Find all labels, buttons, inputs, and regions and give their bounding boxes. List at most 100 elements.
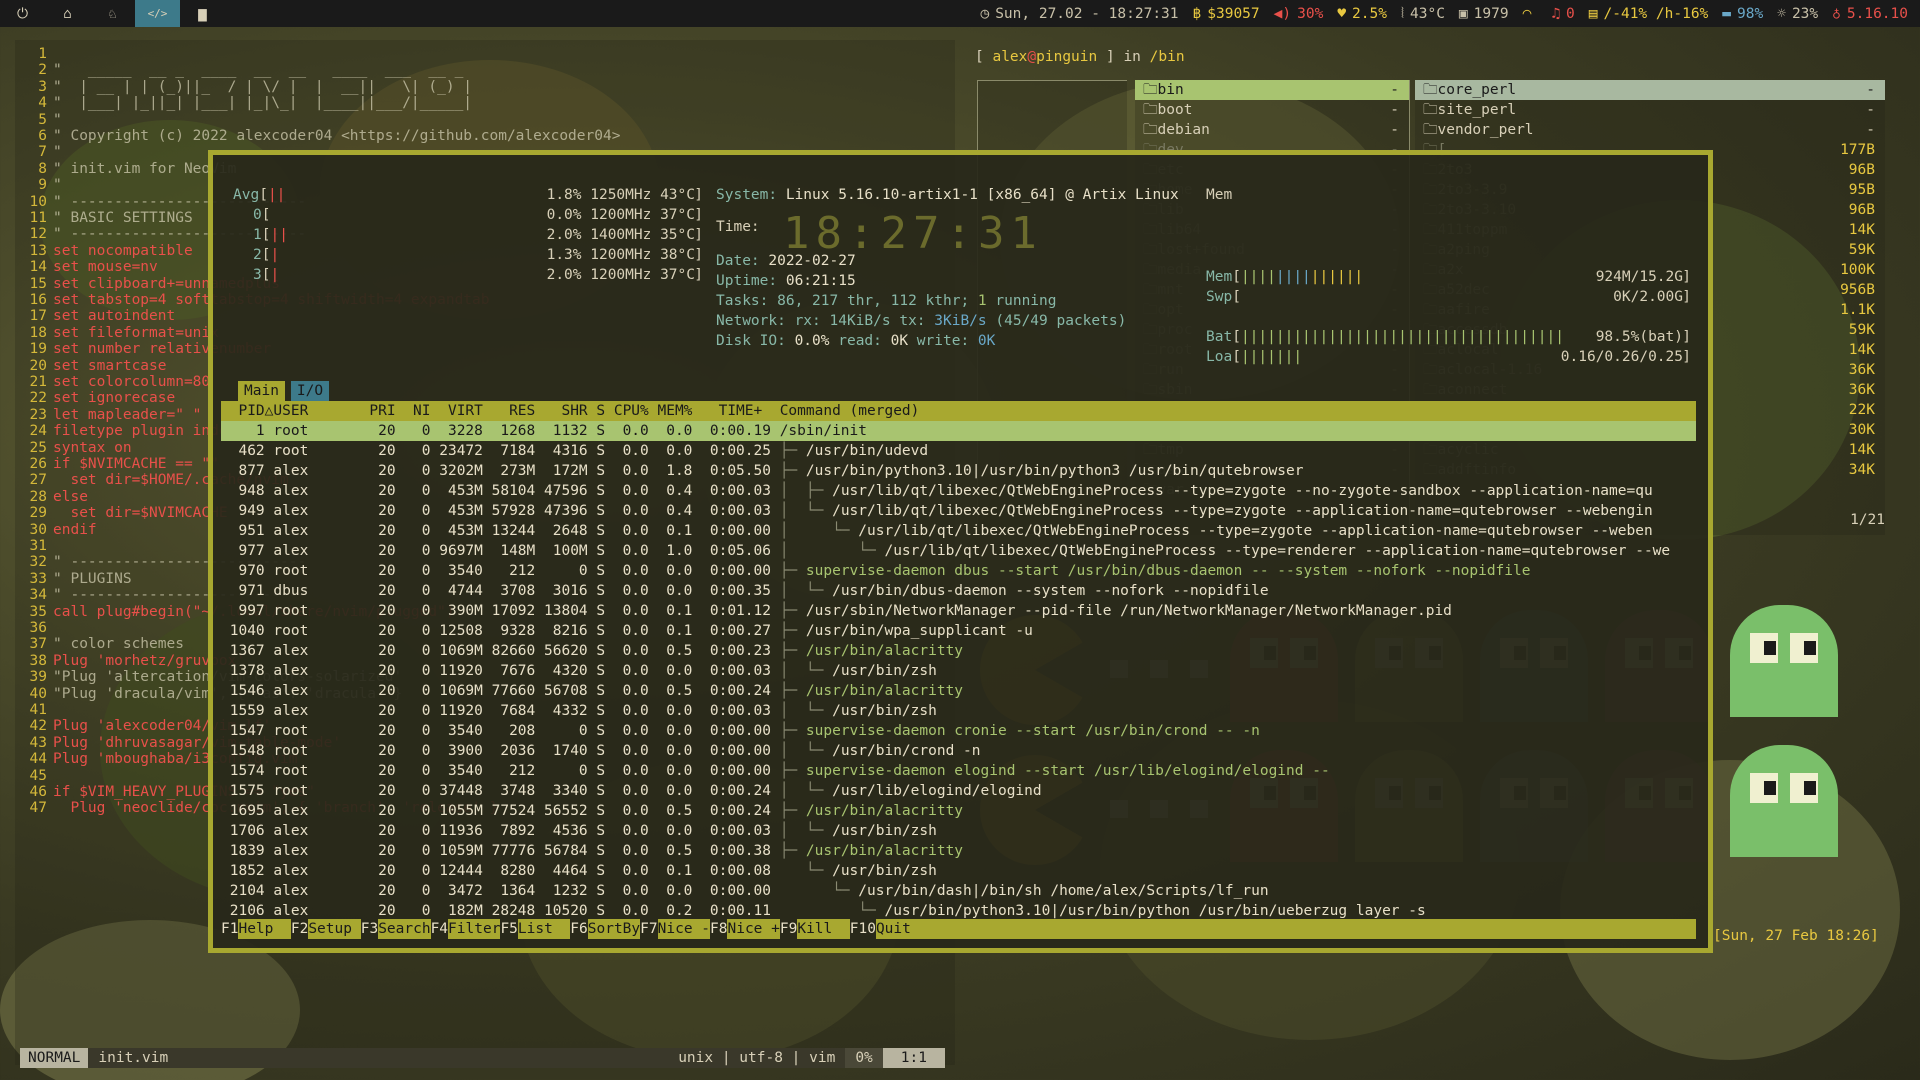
process-command: supervise-daemon dbus --start /usr/bin/d… [805, 563, 1531, 579]
process-tree: │ └─ [779, 503, 833, 519]
process-row[interactable]: 2104 alex 20 0 3472 1364 1232 S 0.0 0.0 … [221, 881, 1696, 901]
fkey-action[interactable]: Nice + [727, 919, 780, 939]
process-row[interactable]: 1839 alex 20 0 1059M 77776 56784 S 0.0 0… [221, 841, 1696, 861]
lf-entry[interactable]: 🗀site_perl - [1415, 100, 1885, 120]
cpu-module: ♥ 2.5% [1337, 4, 1387, 24]
process-fields: 877 alex 20 0 3202M 273M 172M S 0.0 1.8 … [221, 463, 780, 479]
lf-entry-size: 14K [1848, 222, 1875, 238]
process-row[interactable]: 1559 alex 20 0 11920 7684 4332 S 0.0 0.0… [221, 701, 1696, 721]
process-command: /usr/bin/alacritty [805, 803, 964, 819]
process-fields: 1378 alex 20 0 11920 7676 4320 S 0.0 0.0… [221, 663, 780, 679]
fkey-action[interactable]: SortBy [587, 919, 641, 939]
ghost-green [1730, 745, 1838, 857]
process-row[interactable]: 1040 root 20 0 12508 9328 8216 S 0.0 0.1… [221, 621, 1696, 641]
process-command: /usr/bin/zsh [832, 863, 937, 879]
process-command: /usr/lib/qt/libexec/QtWebEngineProcess -… [832, 503, 1653, 519]
process-row[interactable]: 1574 root 20 0 3540 212 0 S 0.0 0.0 0:00… [221, 761, 1696, 781]
process-tree: ├─ [779, 463, 806, 479]
mem-value: 924M/15.2G [1595, 269, 1683, 285]
process-row[interactable]: 1548 root 20 0 3900 2036 1740 S 0.0 0.0 … [221, 741, 1696, 761]
lf-entry-size: 177B [1840, 142, 1875, 158]
process-tree: │ └─ [779, 823, 833, 839]
lf-entry[interactable]: 🗀core_perl - [1415, 80, 1885, 100]
cpu-meter: 0[0.0% 1200MHz 37°C] [253, 207, 703, 223]
fkey-action[interactable]: Search [378, 919, 431, 939]
workspace-5[interactable]: ▆ [180, 0, 225, 27]
process-tree: ├─ [779, 843, 806, 859]
lf-entry[interactable]: 🗀bin - [1135, 80, 1409, 100]
lf-entry-size: - [1390, 122, 1399, 138]
process-row[interactable]: 1546 alex 20 0 1069M 77660 56708 S 0.0 0… [221, 681, 1696, 701]
fkey-action[interactable]: Setup [308, 919, 361, 939]
lf-at: @ [1027, 49, 1037, 65]
fkey-action[interactable]: List [517, 919, 571, 939]
process-row[interactable]: 1378 alex 20 0 11920 7676 4320 S 0.0 0.0… [221, 661, 1696, 681]
process-row[interactable]: 951 alex 20 0 453M 13244 2648 S 0.0 0.1 … [221, 521, 1696, 541]
workspace-1[interactable]: ⏻ [0, 0, 45, 27]
fkey-label: F1 [221, 921, 239, 937]
lf-entry-size: 59K [1848, 242, 1875, 258]
process-fields: 971 dbus 20 0 4744 3708 3016 S 0.0 0.0 0… [221, 583, 780, 599]
lf-entry[interactable]: 🗀debian - [1135, 120, 1409, 140]
fkey-label: F7 [640, 921, 658, 937]
process-row[interactable]: 1695 alex 20 0 1055M 77524 56552 S 0.0 0… [221, 801, 1696, 821]
process-fields: 1695 alex 20 0 1055M 77524 56552 S 0.0 0… [221, 803, 780, 819]
cpu-bar: [|| [261, 227, 288, 243]
workspace-4[interactable]: </> [135, 0, 180, 27]
mem-label: Mem [1206, 269, 1233, 285]
process-row[interactable]: 462 root 20 0 23472 7184 4316 S 0.0 0.0 … [221, 441, 1696, 461]
fkey-label: F5 [500, 921, 518, 937]
process-row[interactable]: 977 alex 20 0 9697M 148M 100M S 0.0 1.0 … [221, 541, 1696, 561]
process-row[interactable]: 970 root 20 0 3540 212 0 S 0.0 0.0 0:00.… [221, 561, 1696, 581]
lf-entry-size: - [1390, 82, 1399, 98]
system-value: Linux 5.16.10-artix1-1 [x86_64] @ Artix … [785, 187, 1179, 203]
fkey-action[interactable]: Help [238, 919, 291, 939]
process-row[interactable]: 1706 alex 20 0 11936 7892 4536 S 0.0 0.0… [221, 821, 1696, 841]
process-row[interactable]: 1852 alex 20 0 12444 8280 4464 S 0.0 0.1… [221, 861, 1696, 881]
battery-module: ▬ 98% [1722, 4, 1763, 24]
tasks-value: 86, 217 thr, 112 kthr; [777, 293, 978, 309]
load-value: 0.16/0.26/0.25 [1560, 349, 1683, 365]
workspace-2[interactable]: ⌂ [45, 0, 90, 27]
process-table-header[interactable]: PID△USER PRI NI VIRT RES SHR S CPU% MEM%… [221, 401, 1696, 421]
htop-window[interactable]: Avg[|| 1.8% 1250MHz 43°C] 0[0.0% 1200MHz 3… [208, 150, 1713, 953]
process-row[interactable]: 949 alex 20 0 453M 57928 47396 S 0.0 0.4… [221, 501, 1696, 521]
clock-icon: ◷ [980, 5, 990, 22]
process-row[interactable]: 1547 root 20 0 3540 208 0 S 0.0 0.0 0:00… [221, 721, 1696, 741]
process-command: /usr/bin/zsh [832, 703, 937, 719]
fkey-action[interactable]: Filter [448, 919, 501, 939]
lf-in: in [1123, 49, 1141, 65]
process-fields: 970 root 20 0 3540 212 0 S 0.0 0.0 0:00.… [221, 563, 780, 579]
process-command: /usr/bin/zsh [832, 823, 937, 839]
process-row[interactable]: 1 root 20 0 3228 1268 1132 S 0.0 0.0 0:0… [221, 421, 1696, 441]
lf-entry-size: - [1390, 102, 1399, 118]
process-row[interactable]: 1575 root 20 0 37448 3748 3340 S 0.0 0.0… [221, 781, 1696, 801]
swap-meter: Swp[0K/2.00G] [1206, 289, 1691, 305]
lf-entry-size: 36K [1848, 382, 1875, 398]
lf-entry-size: 95B [1848, 182, 1875, 198]
process-row[interactable]: 971 dbus 20 0 4744 3708 3016 S 0.0 0.0 0… [221, 581, 1696, 601]
lf-entry[interactable]: 🗀boot - [1135, 100, 1409, 120]
process-command: /usr/lib/qt/libexec/QtWebEngineProcess -… [832, 483, 1653, 499]
process-row[interactable]: 948 alex 20 0 453M 58104 47596 S 0.0 0.4… [221, 481, 1696, 501]
notifications-text: 0 [1566, 5, 1575, 22]
tab-main[interactable]: Main [238, 381, 285, 401]
process-row[interactable]: 877 alex 20 0 3202M 273M 172M S 0.0 1.8 … [221, 461, 1696, 481]
lf-entry[interactable]: 🗀vendor_perl - [1415, 120, 1885, 140]
process-row[interactable]: 2106 alex 20 0 182M 28248 10520 S 0.0 0.… [221, 901, 1696, 921]
cpu-label: 1 [253, 227, 262, 243]
fkey-action[interactable]: Nice - [657, 919, 711, 939]
lf-entry-size: 956B [1840, 282, 1875, 298]
process-row[interactable]: 1367 alex 20 0 1069M 82660 56620 S 0.0 0… [221, 641, 1696, 661]
tab-io[interactable]: I/O [290, 381, 330, 401]
disk-module: ▤ /-41% /h-16% [1589, 4, 1709, 24]
workspace-3[interactable]: ♘ [90, 0, 135, 27]
folder-icon: ▆ [198, 5, 207, 22]
process-fields: 951 alex 20 0 453M 13244 2648 S 0.0 0.1 … [221, 523, 780, 539]
fkey-action[interactable]: Quit [875, 919, 911, 939]
top-status-bar: ⏻ ⌂ ♘ </> ▆ ◷ Sun, 27.02 - 18:27:31 ฿ $390… [0, 0, 1920, 27]
network-tx: 3KiB/s [934, 313, 987, 329]
process-row[interactable]: 997 root 20 0 390M 17092 13804 S 0.0 0.1… [221, 601, 1696, 621]
fkey-action[interactable]: Kill [797, 919, 850, 939]
lf-entry-size: 14K [1848, 342, 1875, 358]
